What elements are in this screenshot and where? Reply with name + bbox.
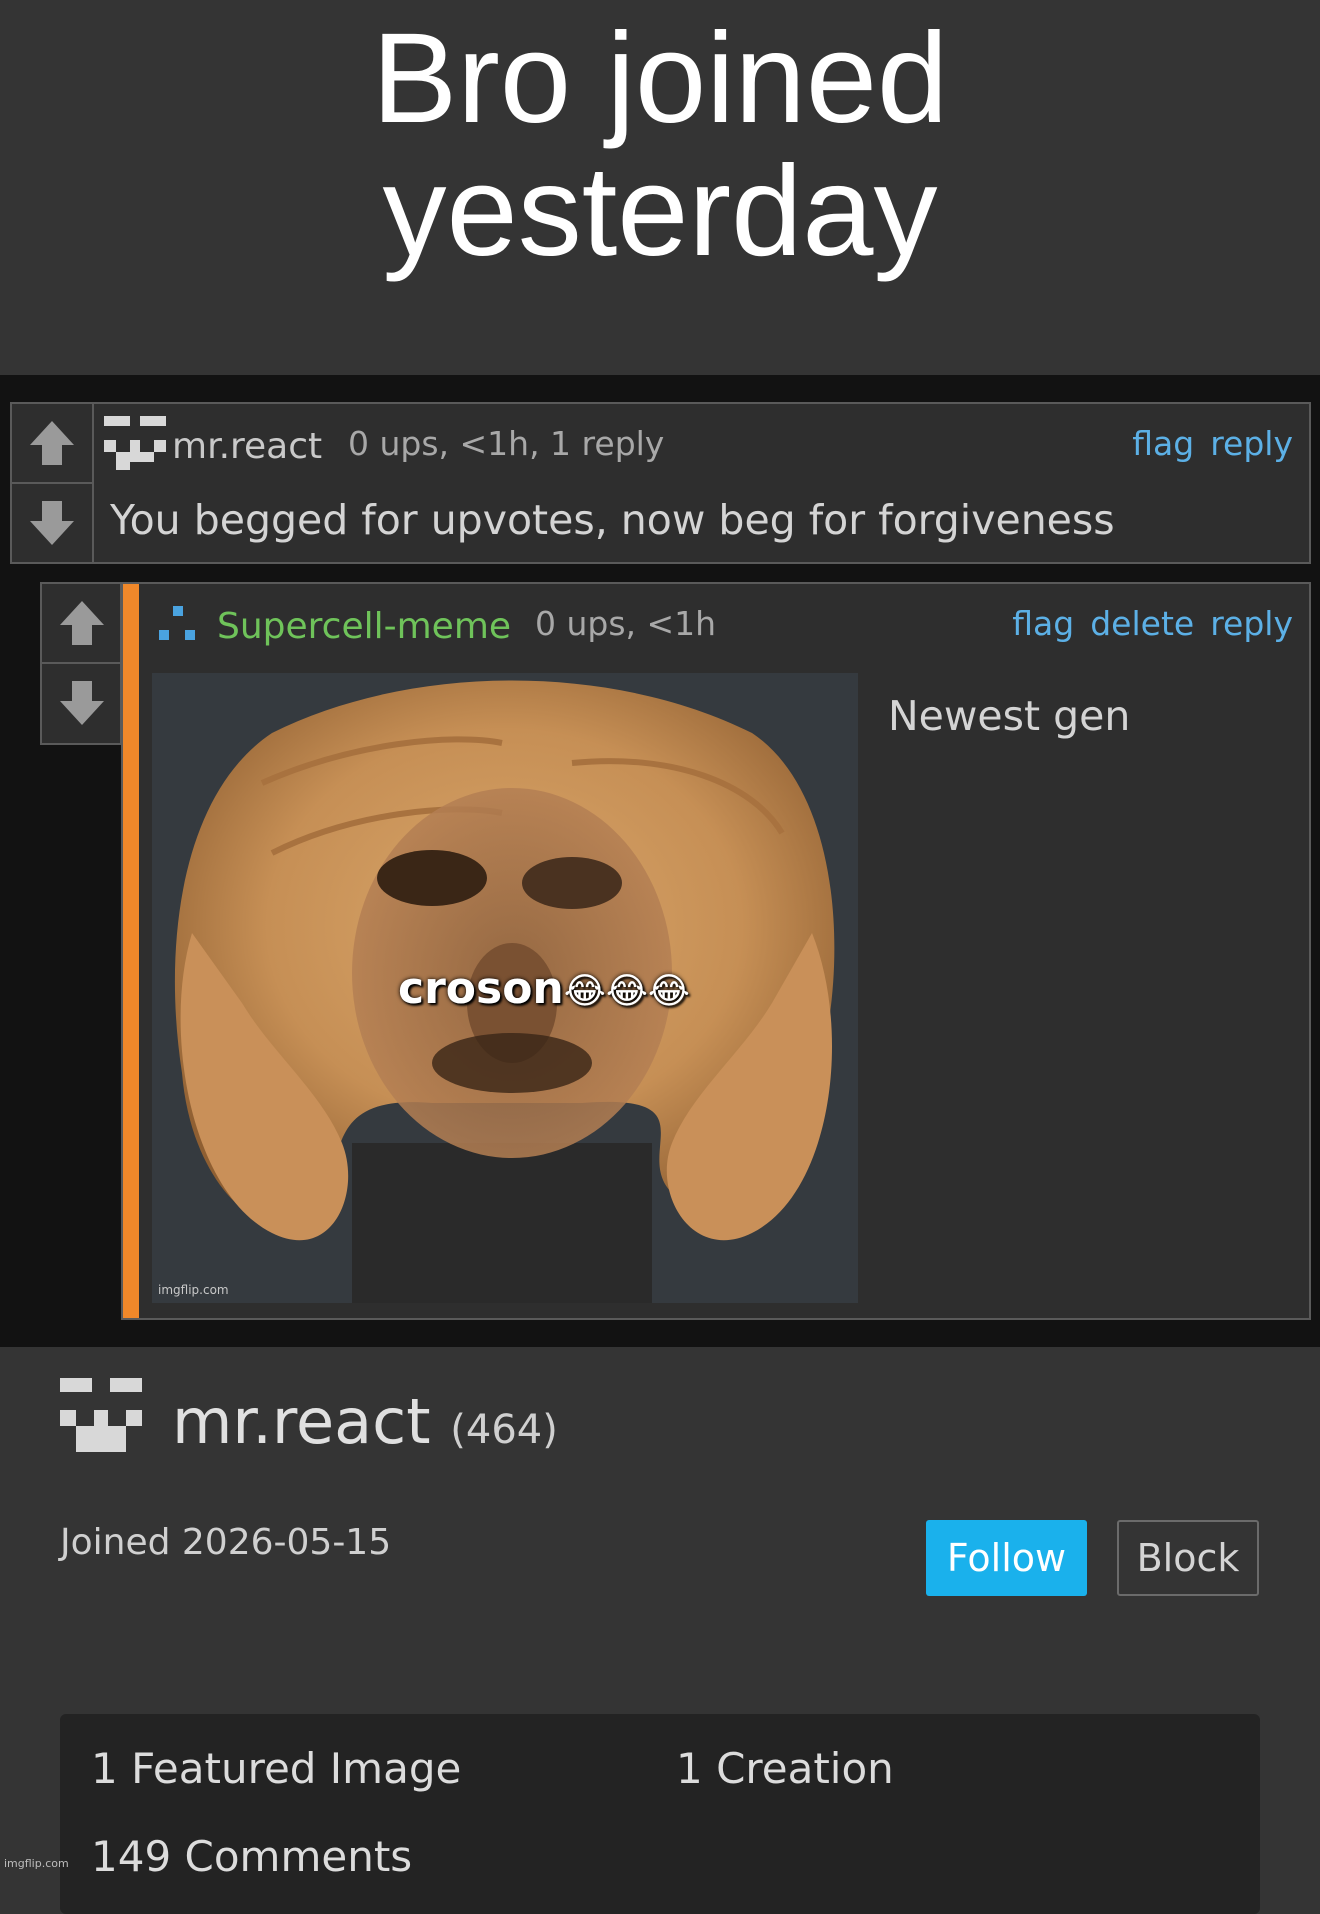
flag-link[interactable]: flag bbox=[1012, 604, 1074, 643]
downvote-button[interactable] bbox=[42, 664, 122, 742]
image-overlay-text: croson😂😂😂 bbox=[398, 963, 690, 1014]
comment-username[interactable]: mr.react bbox=[172, 426, 322, 467]
reply-link[interactable]: reply bbox=[1210, 424, 1293, 463]
stat-comments[interactable]: 149 Comments bbox=[91, 1832, 412, 1881]
profile-stats: 1 Featured Image 1 Creation 149 Comments bbox=[60, 1714, 1260, 1914]
block-button[interactable]: Block bbox=[1117, 1520, 1259, 1596]
arrow-up-icon bbox=[60, 601, 104, 645]
page-watermark: imgflip.com bbox=[4, 1857, 69, 1870]
upvote-button[interactable] bbox=[12, 404, 92, 484]
joined-date: Joined 2026-05-15 bbox=[60, 1522, 392, 1563]
vote-box-reply bbox=[40, 582, 122, 745]
avatar[interactable] bbox=[104, 416, 166, 474]
image-watermark: imgflip.com bbox=[158, 1283, 229, 1297]
profile-points: (464) bbox=[450, 1407, 558, 1453]
downvote-button[interactable] bbox=[12, 484, 92, 562]
stat-featured-images[interactable]: 1 Featured Image bbox=[91, 1744, 461, 1793]
arrow-down-icon bbox=[60, 681, 104, 725]
profile-username: mr.react (464) bbox=[172, 1385, 558, 1458]
profile-avatar[interactable] bbox=[60, 1378, 142, 1458]
comment-meta: 0 ups, <1h bbox=[535, 604, 717, 643]
flag-link[interactable]: flag bbox=[1132, 424, 1194, 463]
vote-column bbox=[42, 584, 122, 743]
caption-text: Bro joined yesterday bbox=[371, 7, 949, 283]
arrow-down-icon bbox=[30, 501, 74, 545]
comment-image[interactable]: croson😂😂😂 imgflip.com bbox=[152, 673, 858, 1303]
meme-caption: Bro joined yesterday bbox=[0, 0, 1320, 375]
upvote-button[interactable] bbox=[42, 584, 122, 664]
stat-creations[interactable]: 1 Creation bbox=[676, 1744, 894, 1793]
laughing-emoji-icon: 😂😂😂 bbox=[563, 971, 690, 1012]
comment-actions: flag delete reply bbox=[1012, 604, 1293, 643]
comment-actions: flag reply bbox=[1132, 424, 1293, 463]
comment-meta: 0 ups, <1h, 1 reply bbox=[348, 424, 665, 463]
comment-username[interactable]: Supercell-meme bbox=[217, 606, 511, 647]
reply-link[interactable]: reply bbox=[1210, 604, 1293, 643]
follow-button[interactable]: Follow bbox=[926, 1520, 1087, 1596]
avatar[interactable] bbox=[159, 606, 197, 644]
overlay-caption: croson bbox=[398, 963, 564, 1014]
vote-column bbox=[12, 404, 94, 562]
arrow-up-icon bbox=[30, 421, 74, 465]
comment-text: You begged for upvotes, now beg for forg… bbox=[110, 496, 1115, 544]
delete-link[interactable]: delete bbox=[1090, 604, 1194, 643]
profile-username-text: mr.react bbox=[172, 1385, 431, 1458]
comment-text: Newest gen bbox=[888, 692, 1131, 740]
comment-mr-react: mr.react 0 ups, <1h, 1 reply flag reply … bbox=[10, 402, 1311, 564]
reply-indicator-bar bbox=[123, 584, 139, 1318]
